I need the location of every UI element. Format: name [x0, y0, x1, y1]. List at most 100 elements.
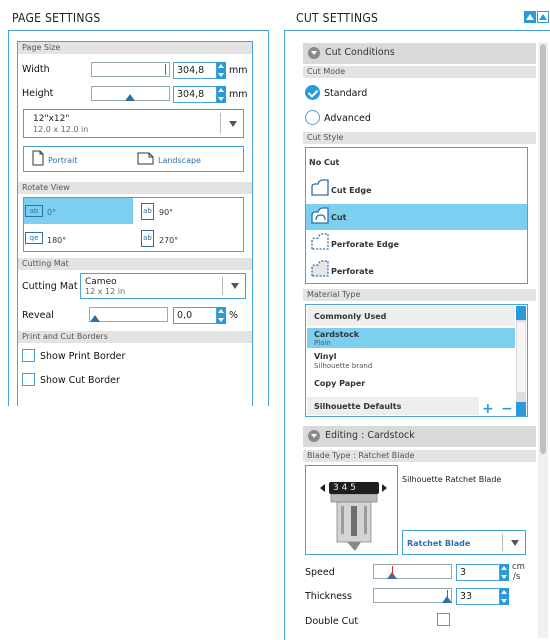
thickness-stepper[interactable] [500, 588, 509, 605]
width-input[interactable]: 304,8 [173, 62, 217, 79]
thickness-label: Thickness [305, 591, 352, 602]
print-cut-borders-header: Print and Cut Borders [18, 331, 252, 343]
height-slider[interactable] [91, 86, 170, 101]
remove-material-button[interactable]: − [501, 402, 513, 416]
dial-left-arrow-icon [320, 484, 325, 492]
speed-unit-top: cm [512, 562, 525, 572]
blade-select-value: Ratchet Blade [407, 539, 471, 548]
show-print-border-label: Show Print Border [40, 351, 126, 362]
rotate-0-icon: ab [25, 205, 43, 217]
cut-mode-header: Cut Mode [303, 66, 536, 78]
portrait-icon [32, 150, 44, 166]
chevron-down-icon [511, 539, 519, 546]
blade-type-header: Blade Type : Ratchet Blade [303, 450, 536, 462]
panel-scrollbar[interactable] [538, 42, 548, 638]
double-cut-checkbox[interactable] [437, 613, 450, 626]
cut-style-cut-edge[interactable]: Cut Edge [331, 186, 372, 195]
advanced-label: Advanced [324, 113, 371, 124]
rotate-180-option[interactable]: 180° [47, 236, 66, 245]
blade-name: Silhouette Ratchet Blade [402, 475, 502, 484]
speed-stepper[interactable] [500, 564, 509, 581]
cut-style-perforate-edge[interactable]: Perforate Edge [331, 240, 399, 249]
show-cut-border-checkbox[interactable] [22, 373, 35, 386]
rotate-270-icon: ab [141, 230, 154, 247]
cut-icon [311, 207, 329, 224]
reveal-stepper[interactable] [217, 307, 226, 324]
editing-header[interactable]: Editing : Cardstock [303, 426, 536, 447]
blade-dial: 3 4 5 [329, 482, 379, 494]
blade-icon [330, 494, 378, 551]
thickness-slider[interactable] [373, 588, 452, 603]
reveal-input[interactable]: 0,0 [173, 307, 217, 324]
material-vinyl-sub: Silhouette brand [314, 362, 373, 370]
width-slider[interactable] [91, 62, 170, 77]
thickness-input[interactable]: 33 [456, 588, 500, 605]
page-size-detail: 12.0 x 12.0 in [33, 125, 89, 134]
standard-label: Standard [324, 88, 368, 99]
rotate-180-icon: qe [25, 232, 43, 244]
material-vinyl[interactable]: Vinyl [314, 352, 336, 361]
material-cardstock: Cardstock [314, 330, 360, 339]
cutting-mat-value: Cameo [85, 277, 117, 287]
material-type-header: Material Type [303, 289, 536, 301]
landscape-button[interactable]: Landscape [158, 156, 201, 165]
page-size-header: Page Size [18, 42, 252, 54]
dial-right-arrow-icon [382, 484, 387, 492]
show-print-border-checkbox[interactable] [22, 349, 35, 362]
cutting-mat-header: Cutting Mat [18, 258, 252, 270]
cutting-mat-label: Cutting Mat [22, 281, 78, 292]
cut-settings-title: CUT SETTINGS [296, 11, 379, 25]
perforate-edge-icon [311, 233, 329, 250]
portrait-button[interactable]: Portrait [48, 156, 77, 165]
height-label: Height [22, 88, 54, 99]
speed-slider[interactable] [373, 564, 452, 579]
chevron-down-icon [231, 283, 239, 289]
rotate-90-option[interactable]: 90° [159, 208, 173, 217]
cut-conditions-title: Cut Conditions [325, 47, 395, 58]
width-unit: mm [229, 65, 248, 76]
thickness-tick [447, 590, 448, 601]
reveal-label: Reveal [22, 310, 54, 321]
landscape-icon [137, 152, 154, 165]
blade-dropdown[interactable]: Ratchet Blade [402, 530, 526, 555]
add-material-button[interactable]: + [482, 402, 494, 416]
standard-radio[interactable] [305, 85, 320, 100]
cut-edge-icon [311, 179, 329, 196]
width-label: Width [22, 64, 50, 75]
cut-style-perforate[interactable]: Perforate [331, 267, 374, 276]
material-cardstock-sub: Plain [314, 339, 331, 347]
double-cut-label: Double Cut [305, 616, 359, 627]
height-input[interactable]: 304,8 [173, 86, 217, 103]
width-stepper[interactable] [217, 62, 226, 79]
collapse-chevron-icon [308, 430, 320, 442]
material-list-scrollbar[interactable] [516, 306, 526, 416]
blade-dial-numbers: 3 4 5 [333, 483, 356, 493]
advanced-radio[interactable] [305, 110, 320, 125]
material-silhouette-defaults: Silhouette Defaults [314, 402, 402, 411]
chevron-down-icon [229, 120, 237, 127]
reveal-slider[interactable] [89, 307, 168, 322]
rotate-view-header: Rotate View [18, 182, 252, 194]
collapse-chevron-icon [308, 47, 320, 59]
height-unit: mm [229, 89, 248, 100]
show-cut-border-label: Show Cut Border [40, 375, 120, 386]
cut-conditions-header[interactable]: Cut Conditions [303, 43, 536, 64]
cut-style-no-cut[interactable]: No Cut [309, 158, 339, 167]
reveal-unit: % [229, 310, 239, 321]
rotate-0-label: 0° [47, 208, 57, 217]
page-size-preset: 12"x12" [33, 114, 70, 124]
speed-label: Speed [305, 567, 335, 578]
speed-input[interactable]: 3 [456, 564, 500, 581]
cutting-mat-detail: 12 x 12 in [85, 287, 126, 296]
editing-title: Editing : Cardstock [325, 430, 415, 441]
page-size-dropdown[interactable]: 12"x12" 12.0 x 12.0 in [23, 109, 244, 138]
page-settings-title: PAGE SETTINGS [12, 11, 101, 25]
collapse-button[interactable] [537, 11, 549, 23]
cutting-mat-dropdown[interactable]: Cameo 12 x 12 in [80, 273, 246, 299]
scroll-up-button[interactable] [524, 11, 536, 23]
height-stepper[interactable] [217, 86, 226, 103]
speed-tick [392, 566, 393, 577]
material-commonly-used: Commonly Used [314, 312, 387, 321]
material-copy-paper[interactable]: Copy Paper [314, 379, 365, 388]
rotate-270-option[interactable]: 270° [159, 236, 178, 245]
